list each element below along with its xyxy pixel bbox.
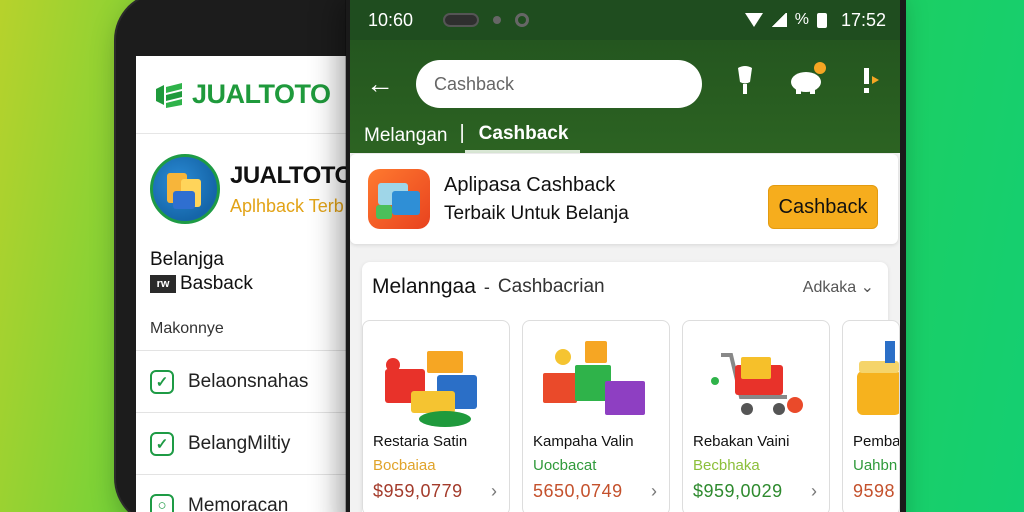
gift-bags-icon bbox=[385, 351, 477, 427]
profile-name: JUALTOTO bbox=[230, 161, 353, 189]
product-tag: Bocbaiaa bbox=[373, 457, 436, 474]
gift-boxes-icon bbox=[543, 341, 645, 415]
product-tag: Uocbacat bbox=[533, 457, 597, 474]
promo-card[interactable]: Aplipasa Cashback Terbaik Untuk Belanja … bbox=[350, 154, 898, 244]
signal-icon bbox=[770, 13, 787, 27]
see-more-label: Adkaka bbox=[802, 279, 857, 296]
see-more-link[interactable]: Adkaka ⌄ bbox=[803, 277, 874, 297]
menu-item-label: Memoracan bbox=[188, 494, 289, 512]
product-tag: Uahbn bbox=[853, 457, 898, 474]
product-card[interactable]: Pembac Uahbn 9598 bbox=[842, 320, 900, 512]
product-title: Kampaha Valin bbox=[533, 433, 634, 450]
product-price: 5650,0749 bbox=[533, 481, 623, 501]
avatar bbox=[150, 154, 220, 224]
tab-bar: Melangan | Cashback bbox=[350, 118, 581, 153]
product-title: Rebakan Vaini bbox=[693, 433, 790, 450]
status-bar: 10:60 % 17:52 bbox=[350, 0, 900, 40]
product-card[interactable]: Rebakan Vaini Becbhaka $959,0029 › bbox=[682, 320, 830, 512]
battery-icon bbox=[816, 12, 827, 28]
product-price: 9598 bbox=[853, 481, 896, 501]
section-title: Melanngaa bbox=[372, 275, 476, 298]
lightbulb-icon[interactable] bbox=[734, 66, 756, 103]
status-time-right: 17:52 bbox=[840, 9, 886, 30]
promo-subtitle: Terbaik Untuk Belanja bbox=[444, 202, 629, 224]
tag-icon: rw bbox=[150, 275, 176, 293]
product-list: Restaria Satin Bocbaiaa $959,0779 › Kamp… bbox=[362, 320, 900, 512]
check-shield-icon: ✓ bbox=[150, 369, 174, 394]
alert-icon[interactable] bbox=[860, 66, 880, 101]
tab-melangan[interactable]: Melangan bbox=[350, 118, 459, 153]
product-price: $959,0779 bbox=[373, 481, 463, 501]
section-header: Melanngaa - Cashbacrian Adkaka ⌄ bbox=[362, 262, 888, 312]
product-title: Restaria Satin bbox=[373, 433, 468, 450]
battery-percent-icon: % bbox=[794, 11, 809, 28]
logo-icon bbox=[156, 82, 182, 108]
menu-item-label: BelangMiltiy bbox=[188, 432, 291, 454]
tab-cashback[interactable]: Cashback bbox=[464, 118, 581, 153]
camera-icon: ○ bbox=[150, 493, 174, 512]
piggy-bank-icon[interactable] bbox=[790, 62, 826, 101]
profile-subtitle: Aplhback Terb bbox=[230, 195, 344, 216]
product-title: Pembac bbox=[853, 433, 900, 450]
section-subtitle: Cashbacrian bbox=[497, 276, 605, 297]
menu-item-label: Belaonsnahas bbox=[188, 370, 309, 392]
product-card[interactable]: Restaria Satin Bocbaiaa $959,0779 › bbox=[362, 320, 510, 512]
app-bar: ← Melangan | Cashback bbox=[350, 40, 900, 153]
arrow-right-icon[interactable]: › bbox=[651, 481, 657, 502]
status-time-left: 10:60 bbox=[368, 9, 414, 30]
arrow-right-icon[interactable]: › bbox=[811, 481, 817, 502]
cashback-button[interactable]: Cashback bbox=[768, 185, 878, 229]
arrow-right-icon[interactable]: › bbox=[491, 481, 497, 502]
search-input[interactable] bbox=[416, 60, 702, 108]
check-box-icon: ✓ bbox=[150, 431, 174, 456]
front-phone-screen: 10:60 % 17:52 ← Melangan | Cash bbox=[350, 0, 900, 512]
camera-cutout bbox=[443, 13, 530, 27]
wallet-app-icon bbox=[368, 169, 430, 229]
chevron-down-icon: ⌄ bbox=[860, 279, 874, 296]
jar-icon bbox=[857, 341, 899, 415]
product-price: $959,0029 bbox=[693, 481, 783, 501]
shopping-cart-icon bbox=[711, 353, 803, 415]
cashback-section: Melanngaa - Cashbacrian Adkaka ⌄ Restari… bbox=[362, 262, 900, 512]
intro-line-2: Basback bbox=[180, 273, 253, 294]
app-logo-text: JUALTOTO bbox=[192, 79, 331, 109]
wifi-icon bbox=[744, 13, 763, 27]
product-tag: Becbhaka bbox=[693, 457, 760, 474]
product-card[interactable]: Kampaha Valin Uocbacat 5650,0749 › bbox=[522, 320, 670, 512]
section-separator: - bbox=[483, 276, 490, 297]
promo-title: Aplipasa Cashback bbox=[444, 173, 616, 196]
back-arrow-icon[interactable]: ← bbox=[366, 68, 394, 100]
